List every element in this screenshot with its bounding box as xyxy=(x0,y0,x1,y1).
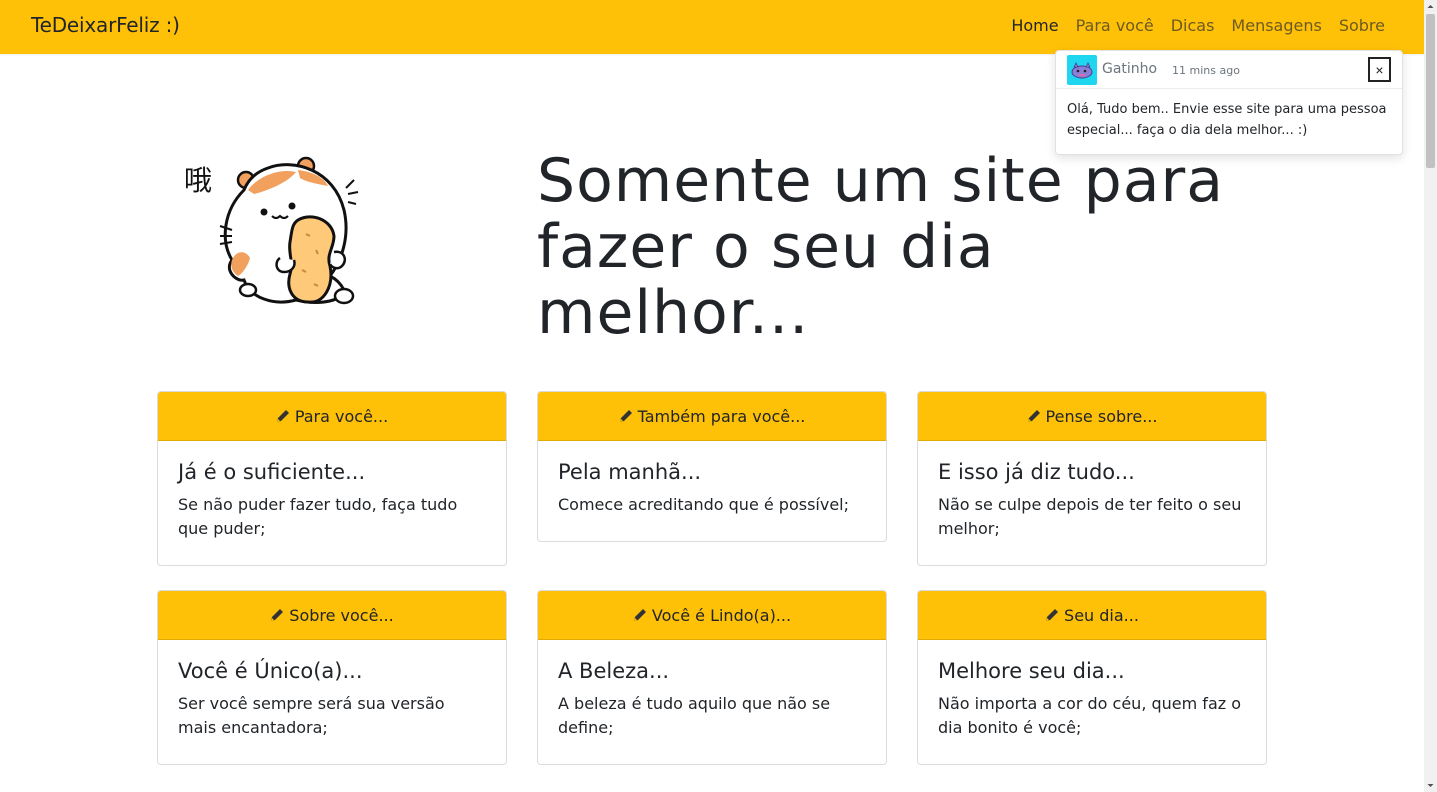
nav-link-home[interactable]: Home xyxy=(1011,16,1058,35)
card-header: Sobre você... xyxy=(158,591,506,640)
card-sobre-voce: Sobre você... Você é Único(a)... Ser voc… xyxy=(157,590,507,765)
card-text: Não se culpe depois de ter feito o seu m… xyxy=(938,495,1242,538)
card-body: Pela manhã... Comece acreditando que é p… xyxy=(538,441,886,537)
pencil-icon xyxy=(276,410,289,422)
card-header-label: Também para você... xyxy=(637,406,806,426)
card-text: A beleza é tudo aquilo que não se define… xyxy=(558,694,831,737)
card-title: Melhore seu dia... xyxy=(938,659,1125,683)
navbar: TeDeixarFeliz :) Home Para você Dicas Me… xyxy=(0,0,1424,54)
card-body: Melhore seu dia... Não importa a cor do … xyxy=(918,640,1266,760)
hero-title: Somente um site para fazer o seu dia mel… xyxy=(537,146,1224,348)
card-voce-e-lindo: Você é Lindo(a)... A Beleza... A beleza … xyxy=(537,590,887,765)
card-title: Já é o suficiente... xyxy=(178,460,366,484)
card-header: Seu dia... xyxy=(918,591,1266,640)
card-text: Comece acreditando que é possível; xyxy=(558,495,850,514)
card-header: Para você... xyxy=(158,392,506,441)
card-body: A Beleza... A beleza é tudo aquilo que n… xyxy=(538,640,886,760)
toast-timestamp: 11 mins ago xyxy=(1172,64,1240,77)
toast-message: Olá, Tudo bem.. Envie esse site para uma… xyxy=(1067,102,1387,138)
card-header-label: Seu dia... xyxy=(1064,605,1139,625)
card-pense-sobre: Pense sobre... E isso já diz tudo... Não… xyxy=(917,391,1267,566)
nav-link-mensagens[interactable]: Mensagens xyxy=(1231,16,1321,35)
card-header: Também para você... xyxy=(538,392,886,441)
card-header-label: Pense sobre... xyxy=(1045,406,1158,426)
card-seu-dia: Seu dia... Melhore seu dia... Não import… xyxy=(917,590,1267,765)
card-header-label: Para você... xyxy=(294,406,389,426)
card-text: Se não puder fazer tudo, faça tudo que p… xyxy=(178,495,458,538)
pencil-icon xyxy=(1046,609,1059,621)
card-para-voce: Para você... Já é o suficiente... Se não… xyxy=(157,391,507,566)
hero-glyph: 哦 xyxy=(184,164,212,197)
card-title: E isso já diz tudo... xyxy=(938,460,1135,484)
card-text: Ser você sempre será sua versão mais enc… xyxy=(178,694,445,737)
card-title: Pela manhã... xyxy=(558,460,702,484)
cat-avatar-icon xyxy=(1067,55,1097,85)
scroll-up-arrow-icon[interactable] xyxy=(1424,0,1437,13)
card-body: Já é o suficiente... Se não puder fazer … xyxy=(158,441,506,561)
card-title: A Beleza... xyxy=(558,659,670,683)
card-tambem-para-voce: Também para você... Pela manhã... Comece… xyxy=(537,391,887,542)
scroll-down-arrow-icon[interactable] xyxy=(1424,779,1437,792)
card-header: Você é Lindo(a)... xyxy=(538,591,886,640)
nav-link-para-voce[interactable]: Para você xyxy=(1076,16,1154,35)
brand-logo[interactable]: TeDeixarFeliz :) xyxy=(31,13,180,37)
pencil-icon xyxy=(633,609,646,621)
pencil-icon xyxy=(1027,410,1040,422)
card-header-label: Você é Lindo(a)... xyxy=(651,605,792,625)
toast-header: Gatinho 11 mins ago × xyxy=(1056,51,1402,89)
vertical-scrollbar[interactable] xyxy=(1424,0,1437,792)
card-body: Você é Único(a)... Ser você sempre será … xyxy=(158,640,506,760)
card-body: E isso já diz tudo... Não se culpe depoi… xyxy=(918,441,1266,561)
pencil-icon xyxy=(619,410,632,422)
toast-notification: Gatinho 11 mins ago × Olá, Tudo bem.. En… xyxy=(1055,50,1403,155)
card-text: Não importa a cor do céu, quem faz o dia… xyxy=(938,694,1242,737)
nav-links: Home Para você Dicas Mensagens Sobre xyxy=(994,16,1385,35)
pencil-icon xyxy=(271,609,284,621)
hamster-illustration: 哦 xyxy=(184,150,360,316)
nav-link-dicas[interactable]: Dicas xyxy=(1171,16,1215,35)
card-header-label: Sobre você... xyxy=(289,605,394,625)
toast-sender-name: Gatinho xyxy=(1102,61,1158,77)
card-header: Pense sobre... xyxy=(918,392,1266,441)
scrollbar-thumb[interactable] xyxy=(1426,14,1435,168)
close-button[interactable]: × xyxy=(1368,57,1391,82)
nav-link-sobre[interactable]: Sobre xyxy=(1339,16,1385,35)
card-title: Você é Único(a)... xyxy=(178,659,363,683)
